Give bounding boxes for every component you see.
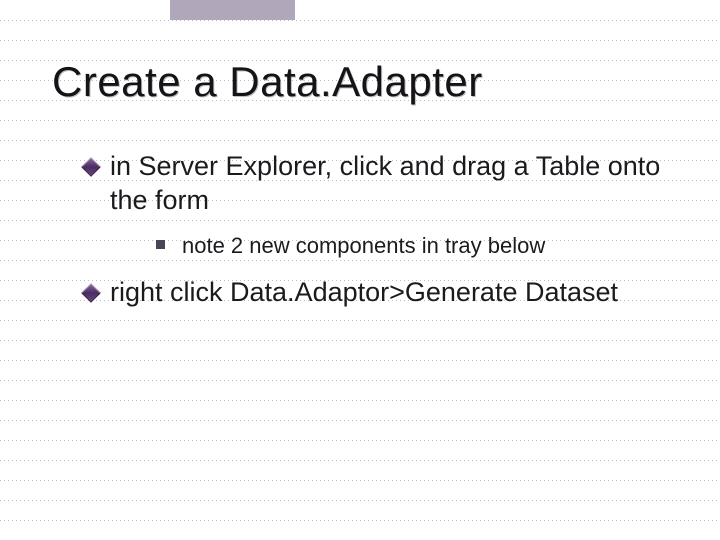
square-bullet-icon (156, 240, 165, 249)
diamond-bullet-icon (81, 157, 101, 177)
bullet-item: in Server Explorer, click and drag a Tab… (84, 150, 670, 218)
sub-bullet-text: note 2 new components in tray below (182, 233, 545, 258)
decorative-block (170, 0, 295, 20)
bullet-text: in Server Explorer, click and drag a Tab… (110, 151, 660, 215)
slide: Create a Data.Adapter in Server Explorer… (0, 0, 720, 540)
bullet-text: right click Data.Adaptor>Generate Datase… (110, 277, 618, 307)
bullet-item: right click Data.Adaptor>Generate Datase… (84, 276, 670, 310)
diamond-bullet-icon (81, 283, 101, 303)
sub-bullet-item: note 2 new components in tray below (156, 232, 670, 261)
slide-title: Create a Data.Adapter (52, 58, 483, 106)
slide-body: in Server Explorer, click and drag a Tab… (84, 150, 670, 324)
